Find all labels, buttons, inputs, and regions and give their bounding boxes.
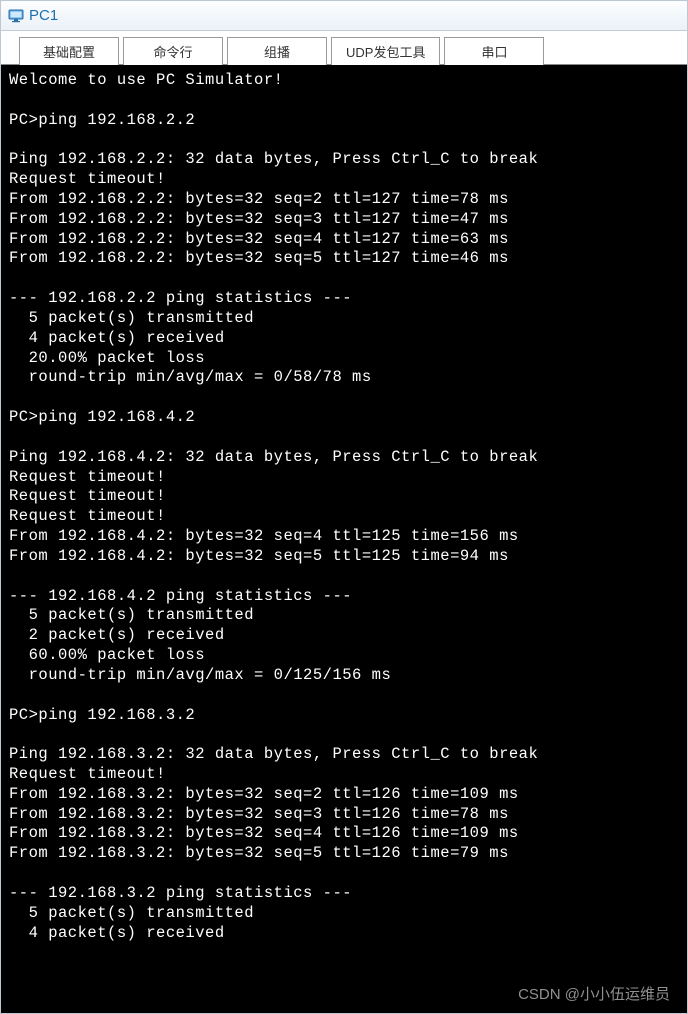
- tab-multicast[interactable]: 组播: [227, 37, 327, 65]
- tab-serial[interactable]: 串口: [444, 37, 544, 65]
- window-title: PC1: [29, 7, 58, 24]
- tab-command-line[interactable]: 命令行: [123, 37, 223, 65]
- tab-udp-tool[interactable]: UDP发包工具: [331, 37, 440, 65]
- pc-icon: [7, 7, 25, 25]
- titlebar: PC1: [1, 1, 687, 31]
- tabbar: 基础配置 命令行 组播 UDP发包工具 串口: [1, 31, 687, 65]
- tab-basic-config[interactable]: 基础配置: [19, 37, 119, 65]
- pc-simulator-window: PC1 基础配置 命令行 组播 UDP发包工具 串口 Welcome to us…: [0, 0, 688, 1014]
- terminal-output[interactable]: Welcome to use PC Simulator! PC>ping 192…: [1, 65, 687, 1013]
